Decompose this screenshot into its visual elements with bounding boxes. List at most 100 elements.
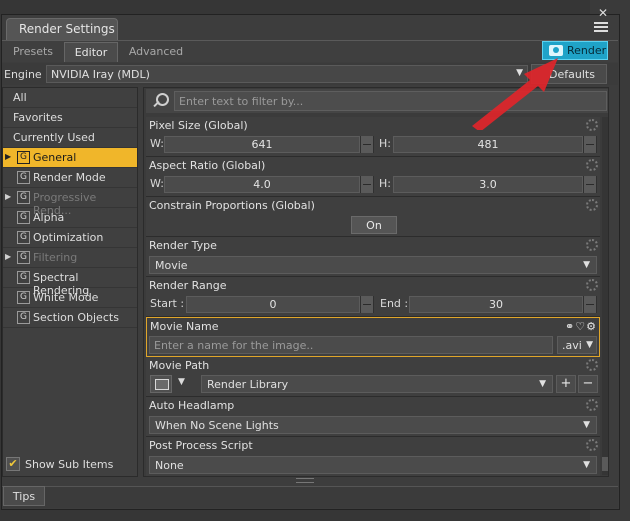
property-aspect-ratio: Aspect Ratio (Global) W: 4.0 H: 3.0 (146, 157, 600, 197)
width-label: W: (150, 177, 164, 190)
show-sub-items-toggle[interactable]: ✔ Show Sub Items (6, 457, 114, 471)
tab-advanced[interactable]: Advanced (122, 42, 190, 62)
chevron-down-icon: ▼ (583, 260, 590, 270)
gear-icon[interactable] (586, 399, 598, 411)
sidebar-item-spectral-rendering[interactable]: G Spectral Rendering (3, 268, 137, 297)
sidebar-item-white-mode[interactable]: G White Mode (3, 288, 137, 308)
gear-icon[interactable] (586, 119, 598, 131)
property-constrain-proportions: Constrain Proportions (Global) On (146, 197, 600, 237)
tab-tips[interactable]: Tips (3, 486, 45, 506)
resize-grip-icon[interactable] (296, 478, 314, 483)
property-title: Render Type (149, 239, 217, 252)
property-post-process-script: Post Process Script None ▼ (146, 437, 600, 477)
property-movie-path: Movie Path ▼ Render Library ▼ + − (146, 357, 600, 397)
sidebar-item-progressive-rendering[interactable]: ▶ G Progressive Rend... (3, 188, 137, 217)
aspect-height-slider-handle[interactable] (583, 176, 597, 193)
group-badge-icon: G (17, 271, 30, 284)
sidebar-item-general[interactable]: ▶ G General (3, 148, 137, 168)
property-movie-name: Movie Name ⚭♡⚙ .avi ▼ (146, 317, 600, 357)
pane-menu-icon[interactable] (594, 22, 608, 36)
pixel-height-field[interactable]: 481 (393, 136, 583, 153)
aspect-width-field[interactable]: 4.0 (164, 176, 360, 193)
pixel-height-slider-handle[interactable] (583, 136, 597, 153)
sidebar-item-favorites[interactable]: Favorites (3, 108, 137, 128)
pixel-width-field[interactable]: 641 (164, 136, 360, 153)
post-process-select[interactable]: None ▼ (149, 456, 597, 474)
sidebar-item-alpha[interactable]: G Alpha (3, 208, 137, 228)
sidebar-item-section-objects[interactable]: G Section Objects (3, 308, 137, 328)
sidebar-item-label: Render Mode (33, 171, 106, 184)
group-badge-icon: G (17, 291, 30, 304)
annotation-arrow-icon (472, 58, 558, 130)
range-start-slider-handle[interactable] (360, 296, 374, 313)
sidebar-item-label: Currently Used (13, 131, 95, 144)
checkmark-icon[interactable]: ✔ (6, 457, 20, 471)
chevron-down-icon: ▼ (586, 340, 593, 350)
close-icon[interactable]: ✕ (597, 7, 609, 19)
post-process-value: None (155, 459, 184, 472)
property-render-range: Render Range Start : 0 End : 30 (146, 277, 600, 317)
property-title: Movie Path (149, 359, 210, 372)
tips-bar (2, 486, 618, 508)
group-badge-icon: G (17, 151, 30, 164)
pixel-height-value: 481 (477, 138, 499, 151)
sidebar-item-optimization[interactable]: G Optimization (3, 228, 137, 248)
expand-arrow-icon[interactable]: ▶ (5, 252, 11, 261)
property-title: Render Range (149, 279, 227, 292)
image-folder-icon[interactable] (150, 375, 172, 393)
search-icon[interactable] (151, 92, 169, 110)
aspect-width-slider-handle[interactable] (360, 176, 374, 193)
range-end-value: 30 (489, 298, 503, 311)
expand-arrow-icon[interactable]: ▶ (5, 192, 11, 201)
aspect-height-value: 3.0 (479, 178, 497, 191)
constrain-toggle-button[interactable]: On (351, 216, 397, 234)
render-type-select[interactable]: Movie ▼ (149, 256, 597, 274)
sidebar-item-filtering[interactable]: ▶ G Filtering (3, 248, 137, 268)
property-scrollbar[interactable] (602, 117, 608, 475)
expand-arrow-icon[interactable]: ▶ (5, 152, 11, 161)
range-end-slider-handle[interactable] (583, 296, 597, 313)
remove-path-button[interactable]: − (578, 375, 598, 393)
property-auto-headlamp: Auto Headlamp When No Scene Lights ▼ (146, 397, 600, 437)
auto-headlamp-value: When No Scene Lights (155, 419, 279, 432)
auto-headlamp-select[interactable]: When No Scene Lights ▼ (149, 416, 597, 434)
link-favorite-gear-icons[interactable]: ⚭♡⚙ (565, 320, 597, 333)
scrollbar-thumb[interactable] (602, 457, 608, 471)
movie-path-select[interactable]: Render Library ▼ (201, 375, 553, 393)
movie-path-value: Render Library (207, 378, 289, 391)
sidebar-item-label: White Mode (33, 291, 99, 304)
movie-extension-value: .avi (562, 339, 582, 352)
sidebar-item-render-mode[interactable]: G Render Mode (3, 168, 137, 188)
engine-value: NVIDIA Iray (MDL) (51, 68, 150, 81)
sidebar-item-currently-used[interactable]: Currently Used (3, 128, 137, 148)
sidebar-item-label: Section Objects (33, 311, 119, 324)
gear-icon[interactable] (586, 199, 598, 211)
chevron-down-icon: ▼ (539, 379, 546, 389)
range-start-value: 0 (269, 298, 277, 311)
sidebar-item-all[interactable]: All (3, 88, 137, 108)
chevron-down-icon[interactable]: ▼ (178, 377, 185, 387)
pane-title-tab[interactable]: Render Settings (6, 18, 118, 40)
gear-icon[interactable] (586, 159, 598, 171)
pixel-width-slider-handle[interactable] (360, 136, 374, 153)
movie-name-input[interactable] (149, 336, 553, 354)
tab-editor[interactable]: Editor (64, 42, 118, 62)
movie-extension-select[interactable]: .avi ▼ (557, 336, 597, 354)
show-sub-items-label: Show Sub Items (25, 458, 114, 471)
tab-presets[interactable]: Presets (6, 42, 60, 62)
range-start-field[interactable]: 0 (186, 296, 360, 313)
group-badge-icon: G (17, 251, 30, 264)
engine-select[interactable]: NVIDIA Iray (MDL) ▼ (46, 65, 528, 83)
sidebar-item-label: Filtering (33, 251, 78, 264)
property-title: Auto Headlamp (149, 399, 235, 412)
property-title: Post Process Script (149, 439, 253, 452)
gear-icon[interactable] (586, 439, 598, 451)
aspect-height-field[interactable]: 3.0 (393, 176, 583, 193)
gear-icon[interactable] (586, 359, 598, 371)
gear-icon[interactable] (586, 239, 598, 251)
group-badge-icon: G (17, 171, 30, 184)
add-path-button[interactable]: + (556, 375, 576, 393)
render-type-value: Movie (155, 259, 188, 272)
gear-icon[interactable] (586, 279, 598, 291)
range-end-field[interactable]: 30 (409, 296, 583, 313)
